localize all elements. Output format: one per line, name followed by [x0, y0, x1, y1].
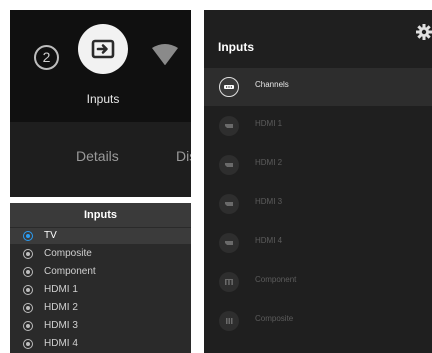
input-item-label: HDMI 4 — [255, 236, 283, 245]
hdmi-icon — [219, 194, 239, 214]
inputs-button-label: Inputs — [86, 92, 120, 106]
display-tab-partial[interactable]: Dis — [176, 148, 191, 164]
input-option-label: Component — [44, 266, 96, 277]
input-option-label: TV — [44, 230, 57, 241]
radio-icon — [23, 303, 33, 313]
gear-icon[interactable] — [416, 24, 432, 40]
input-item-label: HDMI 3 — [255, 197, 283, 206]
radio-icon — [23, 321, 33, 331]
input-item-label: HDMI 2 — [255, 158, 283, 167]
component-icon — [219, 272, 239, 292]
input-item-hdmi1[interactable]: HDMI 1 — [204, 107, 432, 145]
radio-icon — [23, 249, 33, 259]
inputs-menu-panel: Inputs TV Composite Component HDMI 1 HDM… — [10, 203, 191, 353]
input-item-label: HDMI 1 — [255, 119, 283, 128]
input-item-channels[interactable]: Channels — [204, 68, 432, 106]
input-item-label: Channels — [255, 80, 289, 89]
input-option-label: HDMI 4 — [44, 338, 78, 349]
input-option-label: HDMI 2 — [44, 302, 78, 313]
radio-icon — [23, 267, 33, 277]
input-item-label: Composite — [255, 314, 294, 323]
input-item-label: Component — [255, 275, 297, 284]
input-item-component[interactable]: Component — [204, 263, 432, 301]
details-tab[interactable]: Details — [76, 148, 119, 164]
inputs-menu-title: Inputs — [10, 203, 191, 227]
launcher-panel: 2 Inputs Details Dis — [10, 10, 191, 197]
input-option-label: HDMI 1 — [44, 284, 78, 295]
radio-icon — [23, 285, 33, 295]
input-option-component[interactable]: Component — [10, 264, 191, 280]
input-option-hdmi4[interactable]: HDMI 4 — [10, 336, 191, 352]
source-number-button[interactable]: 2 — [34, 45, 59, 70]
input-option-label: Composite — [44, 248, 92, 259]
radio-icon — [23, 339, 33, 349]
wifi-icon[interactable] — [150, 42, 180, 68]
input-option-composite[interactable]: Composite — [10, 246, 191, 262]
input-option-hdmi2[interactable]: HDMI 2 — [10, 300, 191, 316]
hdmi-icon — [219, 116, 239, 136]
inputs-panel-title: Inputs — [218, 40, 254, 54]
composite-icon — [219, 311, 239, 331]
input-item-hdmi2[interactable]: HDMI 2 — [204, 146, 432, 184]
input-option-hdmi1[interactable]: HDMI 1 — [10, 282, 191, 298]
input-item-hdmi4[interactable]: HDMI 4 — [204, 224, 432, 262]
channels-icon — [219, 77, 239, 97]
input-item-composite[interactable]: Composite — [204, 302, 432, 340]
inputs-side-panel: Inputs Channels HDMI 1 HDMI 2 HDMI 3 HDM… — [204, 10, 432, 353]
input-option-hdmi3[interactable]: HDMI 3 — [10, 318, 191, 334]
radio-selected-icon — [23, 231, 33, 241]
hdmi-icon — [219, 233, 239, 253]
input-source-icon — [91, 39, 115, 59]
input-option-label: HDMI 3 — [44, 320, 78, 331]
hdmi-icon — [219, 155, 239, 175]
input-option-tv[interactable]: TV — [10, 228, 191, 244]
input-item-hdmi3[interactable]: HDMI 3 — [204, 185, 432, 223]
inputs-button[interactable] — [78, 24, 128, 74]
